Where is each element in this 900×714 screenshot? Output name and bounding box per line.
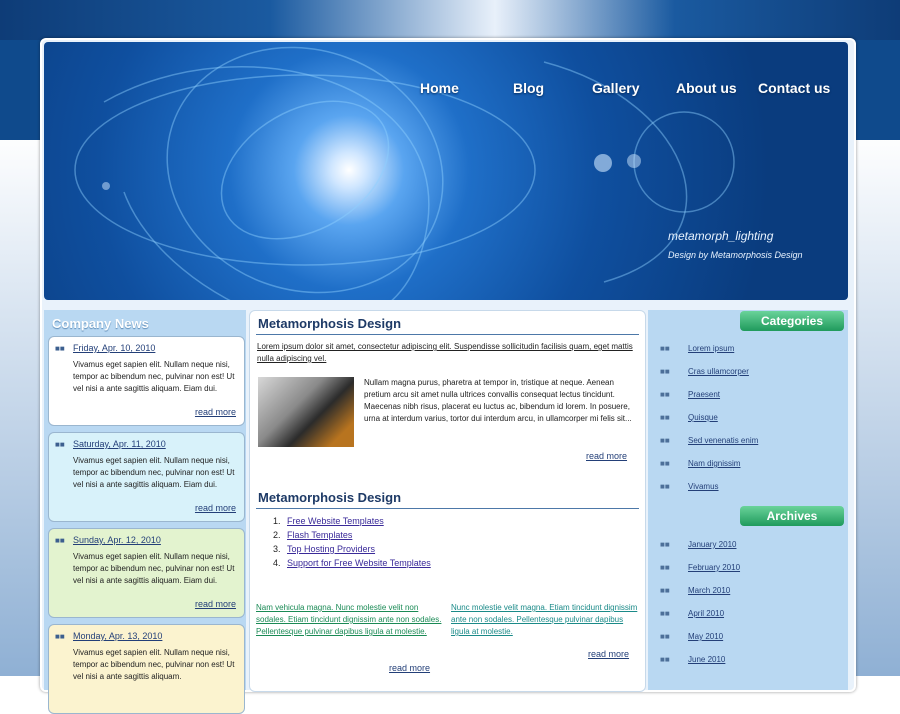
- nav-blog[interactable]: Blog: [513, 80, 544, 96]
- bullet-icon: ■■: [660, 563, 670, 572]
- header-caption-subtitle: Design by Metamorphosis Design: [668, 250, 803, 260]
- list-item[interactable]: 2. Flash Templates: [273, 528, 431, 542]
- link-list: 1. Free Website Templates 2. Flash Templat…: [273, 514, 431, 570]
- bullet-icon: ■■: [660, 609, 670, 618]
- category-item[interactable]: ■■ Praesent: [660, 383, 758, 406]
- news-item: ■■ Sunday, Apr. 12, 2010 Vivamus eget sa…: [48, 528, 245, 618]
- divider: [256, 334, 639, 335]
- company-news-title: Company News: [52, 316, 149, 331]
- news-date[interactable]: Saturday, Apr. 11, 2010: [73, 439, 166, 449]
- category-item[interactable]: ■■ Cras ullamcorper: [660, 360, 758, 383]
- nav-home[interactable]: Home: [420, 80, 459, 96]
- news-text: Vivamus eget sapien elit. Nullam neque n…: [73, 456, 235, 489]
- archive-item[interactable]: ■■ March 2010: [660, 579, 740, 602]
- bullet-icon: ■■: [55, 440, 65, 449]
- post-body: Nullam magna purus, pharetra at tempor i…: [364, 378, 632, 423]
- news-date[interactable]: Monday, Apr. 13, 2010: [73, 631, 162, 641]
- bullet-icon: ■■: [660, 390, 670, 399]
- list-item[interactable]: 3. Top Hosting Providers: [273, 542, 431, 556]
- category-item[interactable]: ■■ Quisque: [660, 406, 758, 429]
- news-item: ■■ Friday, Apr. 10, 2010 Vivamus eget sa…: [48, 336, 245, 426]
- column-text-left[interactable]: Nam vehicula magna. Nunc molestie velit …: [256, 602, 442, 638]
- archive-item[interactable]: ■■ February 2010: [660, 556, 740, 579]
- bullet-icon: ■■: [55, 632, 65, 641]
- post-intro-link[interactable]: Lorem ipsum dolor sit amet, consectetur …: [257, 341, 637, 365]
- bullet-icon: ■■: [660, 632, 670, 641]
- news-date[interactable]: Sunday, Apr. 12, 2010: [73, 535, 161, 545]
- news-text: Vivamus eget sapien elit. Nullam neque n…: [73, 360, 235, 393]
- read-more-link[interactable]: read more: [195, 503, 236, 513]
- news-text: Vivamus eget sapien elit. Nullam neque n…: [73, 552, 235, 585]
- nav-about[interactable]: About us: [676, 80, 737, 96]
- nav-contact[interactable]: Contact us: [758, 80, 830, 96]
- column-text-right[interactable]: Nunc molestie velit magna. Etiam tincidu…: [451, 602, 639, 638]
- news-item: ■■ Monday, Apr. 13, 2010 Vivamus eget sa…: [48, 624, 245, 714]
- read-more-link[interactable]: read more: [586, 451, 627, 461]
- bullet-icon: ■■: [660, 413, 670, 422]
- post-title: Metamorphosis Design: [258, 316, 402, 331]
- post-thumbnail-image: [258, 377, 354, 447]
- list-item[interactable]: 1. Free Website Templates: [273, 514, 431, 528]
- archive-item[interactable]: ■■ June 2010: [660, 648, 740, 671]
- categories-list: ■■ Lorem ipsum ■■ Cras ullamcorper ■■ Praes…: [660, 337, 758, 498]
- read-more-link[interactable]: read more: [195, 599, 236, 609]
- bullet-icon: ■■: [660, 344, 670, 353]
- bullet-icon: ■■: [660, 540, 670, 549]
- archive-item[interactable]: ■■ April 2010: [660, 602, 740, 625]
- read-more-link[interactable]: read more: [195, 407, 236, 417]
- bullet-icon: ■■: [660, 655, 670, 664]
- news-item: ■■ Saturday, Apr. 11, 2010 Vivamus eget …: [48, 432, 245, 522]
- read-more-link[interactable]: read more: [389, 663, 430, 673]
- archive-item[interactable]: ■■ January 2010: [660, 533, 740, 556]
- category-item[interactable]: ■■ Sed venenatis enim: [660, 429, 758, 452]
- category-item[interactable]: ■■ Nam dignissim: [660, 452, 758, 475]
- list-item[interactable]: 4. Support for Free Website Templates: [273, 556, 431, 570]
- archives-list: ■■ January 2010 ■■ February 2010 ■■ March 2…: [660, 533, 740, 671]
- category-item[interactable]: ■■ Vivamus: [660, 475, 758, 498]
- bullet-icon: ■■: [660, 482, 670, 491]
- news-date[interactable]: Friday, Apr. 10, 2010: [73, 343, 155, 353]
- archive-item[interactable]: ■■ May 2010: [660, 625, 740, 648]
- bullet-icon: ■■: [55, 536, 65, 545]
- nav-gallery[interactable]: Gallery: [592, 80, 639, 96]
- bullet-icon: ■■: [55, 344, 65, 353]
- bullet-icon: ■■: [660, 436, 670, 445]
- category-item[interactable]: ■■ Lorem ipsum: [660, 337, 758, 360]
- read-more-link[interactable]: read more: [588, 649, 629, 659]
- bullet-icon: ■■: [660, 367, 670, 376]
- categories-title: Categories: [740, 311, 844, 331]
- header-caption-title: metamorph_lighting: [668, 229, 774, 243]
- divider: [256, 508, 639, 509]
- bullet-icon: ■■: [660, 459, 670, 468]
- archives-title: Archives: [740, 506, 844, 526]
- bullet-icon: ■■: [660, 586, 670, 595]
- post-title: Metamorphosis Design: [258, 490, 402, 505]
- news-text: Vivamus eget sapien elit. Nullam neque n…: [73, 648, 235, 681]
